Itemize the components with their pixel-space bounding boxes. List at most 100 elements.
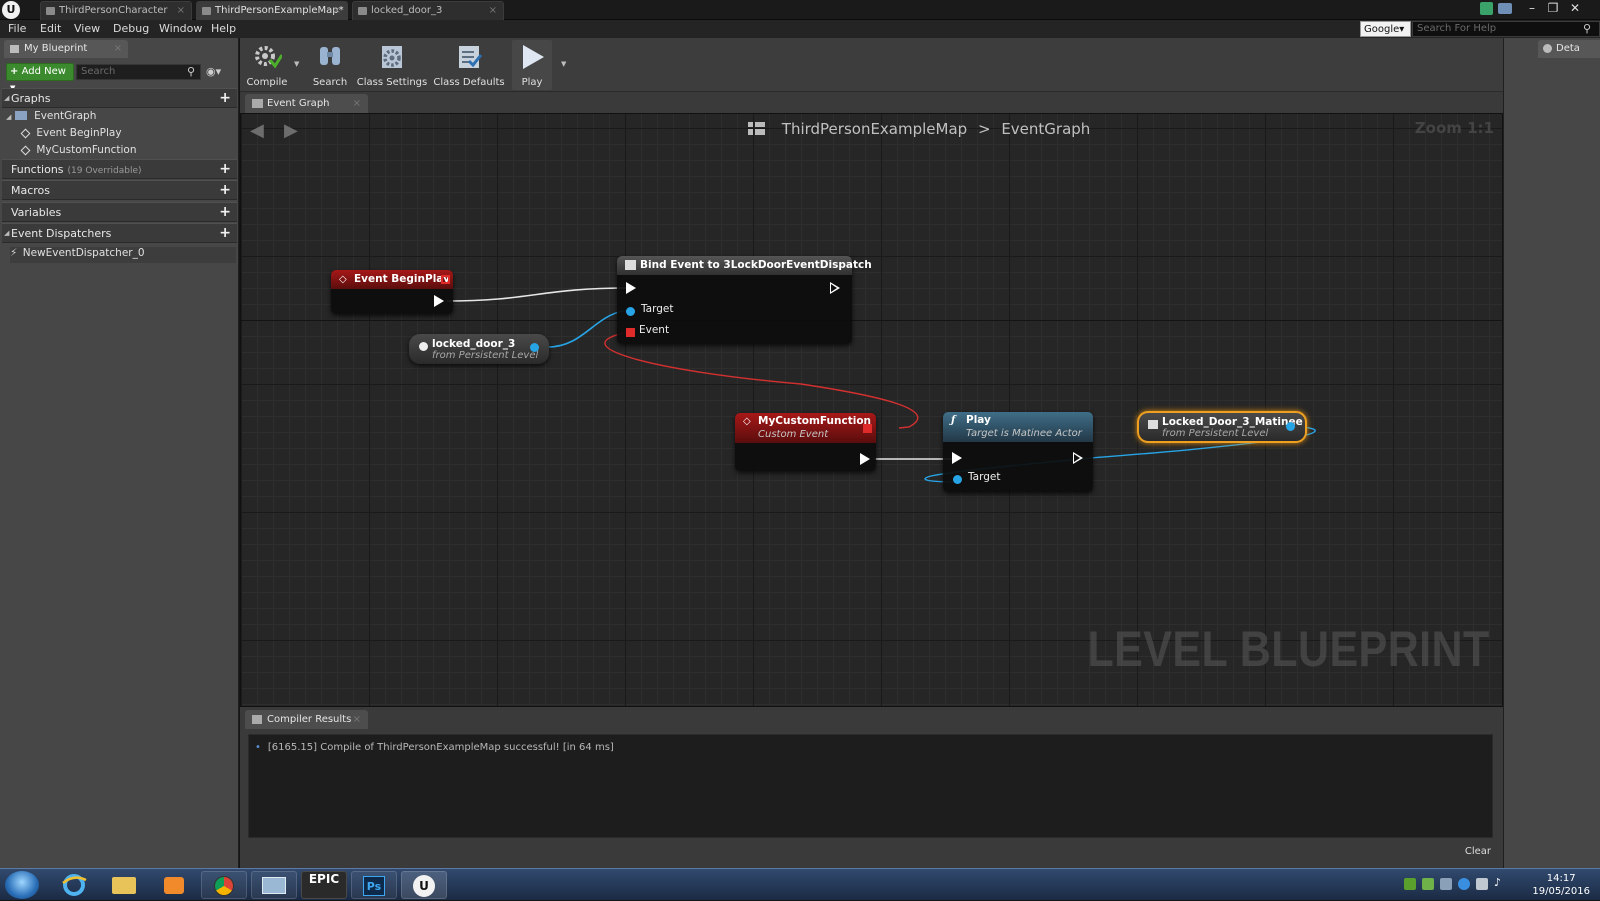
help-search-input[interactable]: Search For Help — [1412, 21, 1600, 37]
node-locked-door-3-reference[interactable]: locked_door_3 from Persistent Level — [409, 334, 549, 364]
internet-explorer-icon[interactable] — [51, 871, 97, 899]
close-icon[interactable]: × — [177, 2, 185, 20]
unreal-editor-icon[interactable]: U — [401, 871, 447, 899]
event-delegate-pin[interactable] — [441, 275, 450, 284]
document-tab-label: ThirdPersonExampleMap* — [215, 5, 344, 16]
windows-start-icon[interactable] — [5, 871, 39, 899]
close-icon[interactable]: × — [489, 2, 497, 20]
section-variables[interactable]: Variables + — [2, 202, 237, 222]
minimize-icon[interactable]: – — [1522, 1, 1542, 17]
menu-edit[interactable]: Edit — [40, 22, 61, 35]
node-mycustomfunction-event[interactable]: ◇ MyCustomFunction Custom Event — [735, 413, 876, 471]
feedback-icon[interactable] — [1498, 3, 1512, 14]
exec-out-pin[interactable] — [860, 453, 870, 465]
close-icon[interactable]: × — [353, 710, 361, 729]
details-info-icon — [1543, 44, 1552, 53]
section-graphs[interactable]: ◢ Graphs + — [2, 88, 237, 108]
menu-window[interactable]: Window — [159, 22, 202, 35]
close-icon[interactable]: × — [333, 2, 341, 20]
window-manager-icon[interactable] — [251, 871, 297, 899]
nvidia-tray-icon[interactable] — [1404, 878, 1416, 890]
search-button[interactable]: Search — [308, 40, 352, 90]
skype-tray-icon[interactable] — [1458, 878, 1470, 890]
internet-explorer-glyph — [62, 874, 87, 896]
close-icon[interactable]: × — [114, 40, 122, 58]
blueprint-toolbar: Compile ▼ Search Class Settings Class De… — [240, 38, 1503, 92]
menu-view[interactable]: View — [74, 22, 100, 35]
search-icon[interactable]: ⚲ — [1583, 22, 1591, 35]
clear-button[interactable]: Clear — [1465, 846, 1491, 857]
notification-icon[interactable] — [1480, 2, 1493, 15]
unreal-logo-icon[interactable]: U — [2, 1, 20, 19]
section-functions[interactable]: Functions (19 Overridable) + — [2, 159, 237, 179]
section-event-dispatchers[interactable]: ◢ Event Dispatchers + — [2, 223, 237, 243]
menu-debug[interactable]: Debug — [113, 22, 149, 35]
document-tab-thirdpersoncharacter[interactable]: ThirdPersonCharacter × — [40, 1, 192, 20]
compiler-results-tab[interactable]: Compiler Results × — [245, 710, 368, 729]
chrome-glyph — [214, 876, 234, 896]
play-options-chevron-icon[interactable]: ▼ — [561, 60, 566, 68]
compiler-log[interactable]: • [6165.15] Compile of ThirdPersonExample… — [248, 734, 1493, 838]
node-locked-door-3-matinee-reference[interactable]: Locked_Door_3_Matinee from Persistent Le… — [1137, 411, 1307, 443]
tree-item-neweventdispatcher[interactable]: ⚡ NewEventDispatcher_0 — [10, 247, 236, 263]
exec-in-pin[interactable] — [626, 282, 636, 294]
menu-file[interactable]: File — [8, 22, 26, 35]
node-play[interactable]: ƒ Play Target is Matinee Actor Target — [943, 412, 1093, 492]
target-pin[interactable] — [953, 475, 962, 484]
document-tab-locked-door-3[interactable]: locked_door_3 × — [352, 1, 504, 20]
view-options-eye-icon[interactable]: ◉▾ — [206, 65, 221, 78]
compile-options-chevron-icon[interactable]: ▼ — [294, 60, 299, 68]
class-settings-button[interactable]: Class Settings — [356, 40, 428, 90]
object-out-pin[interactable] — [530, 343, 539, 352]
exec-in-pin[interactable] — [952, 452, 962, 464]
tree-item-mycustomfunction[interactable]: MyCustomFunction — [20, 144, 137, 156]
system-clock[interactable]: 14:17 19/05/2016 — [1532, 872, 1590, 898]
object-out-pin[interactable] — [1286, 422, 1295, 431]
close-window-icon[interactable]: ✕ — [1565, 1, 1585, 17]
class-defaults-button[interactable]: Class Defaults — [432, 40, 506, 90]
exec-out-pin[interactable] — [1073, 452, 1083, 464]
event-delegate-pin[interactable] — [626, 328, 635, 337]
add-variable-plus-icon[interactable]: + — [219, 203, 231, 222]
photoshop-icon[interactable]: Ps — [351, 871, 397, 899]
display-tray-icon[interactable] — [1476, 878, 1488, 890]
power-tray-icon[interactable] — [1440, 878, 1452, 890]
event-graph-tab[interactable]: Event Graph × — [245, 94, 368, 113]
log-entry[interactable]: • [6165.15] Compile of ThirdPersonExample… — [255, 742, 614, 753]
add-function-plus-icon[interactable]: + — [219, 160, 231, 179]
close-icon[interactable]: × — [353, 94, 361, 113]
node-header: ◇ Event BeginPlay — [331, 270, 453, 289]
my-blueprint-tab[interactable]: My Blueprint × — [4, 40, 128, 58]
menu-help[interactable]: Help — [211, 22, 236, 35]
search-provider-select[interactable]: Google▾ — [1360, 21, 1411, 37]
volume-tray-icon[interactable]: ♪ — [1494, 876, 1506, 889]
add-new-button[interactable]: + Add New ▼ — [6, 63, 74, 92]
graph-canvas[interactable]: ◀ ▶ ThirdPersonExampleMap > EventGraph Z… — [240, 113, 1503, 707]
exec-out-pin[interactable] — [830, 282, 840, 294]
tree-item-eventgraph[interactable]: ◢ EventGraph — [6, 110, 96, 122]
search-icon[interactable]: ⚲ — [187, 65, 195, 78]
media-player-icon[interactable] — [151, 871, 197, 899]
node-bind-event[interactable]: Bind Event to 3LockDoorEventDispatch Tar… — [617, 256, 872, 344]
document-tab-thirdpersonexamplemap[interactable]: ThirdPersonExampleMap* × — [196, 1, 348, 20]
play-button[interactable]: Play — [512, 40, 552, 90]
section-label: Event Dispatchers — [11, 227, 112, 240]
section-macros[interactable]: Macros + — [2, 180, 237, 200]
event-delegate-pin[interactable] — [863, 424, 872, 433]
exec-out-pin[interactable] — [434, 295, 444, 307]
restore-icon[interactable]: ❐ — [1543, 1, 1563, 17]
my-blueprint-search-input[interactable]: Search — [76, 64, 201, 80]
epic-launcher-icon[interactable]: EPIC — [301, 871, 347, 899]
add-dispatcher-plus-icon[interactable]: + — [219, 224, 231, 243]
add-graph-plus-icon[interactable]: + — [219, 89, 231, 108]
network-tray-icon[interactable] — [1422, 878, 1434, 890]
section-label: Macros — [11, 184, 51, 197]
tree-item-event-beginplay[interactable]: Event BeginPlay — [20, 127, 122, 139]
details-tab[interactable]: Deta — [1538, 40, 1600, 58]
compile-button[interactable]: Compile — [244, 40, 290, 90]
chrome-icon[interactable] — [201, 871, 247, 899]
node-event-beginplay[interactable]: ◇ Event BeginPlay — [331, 270, 453, 314]
file-explorer-icon[interactable] — [101, 871, 147, 899]
add-macro-plus-icon[interactable]: + — [219, 181, 231, 200]
target-pin[interactable] — [626, 307, 635, 316]
